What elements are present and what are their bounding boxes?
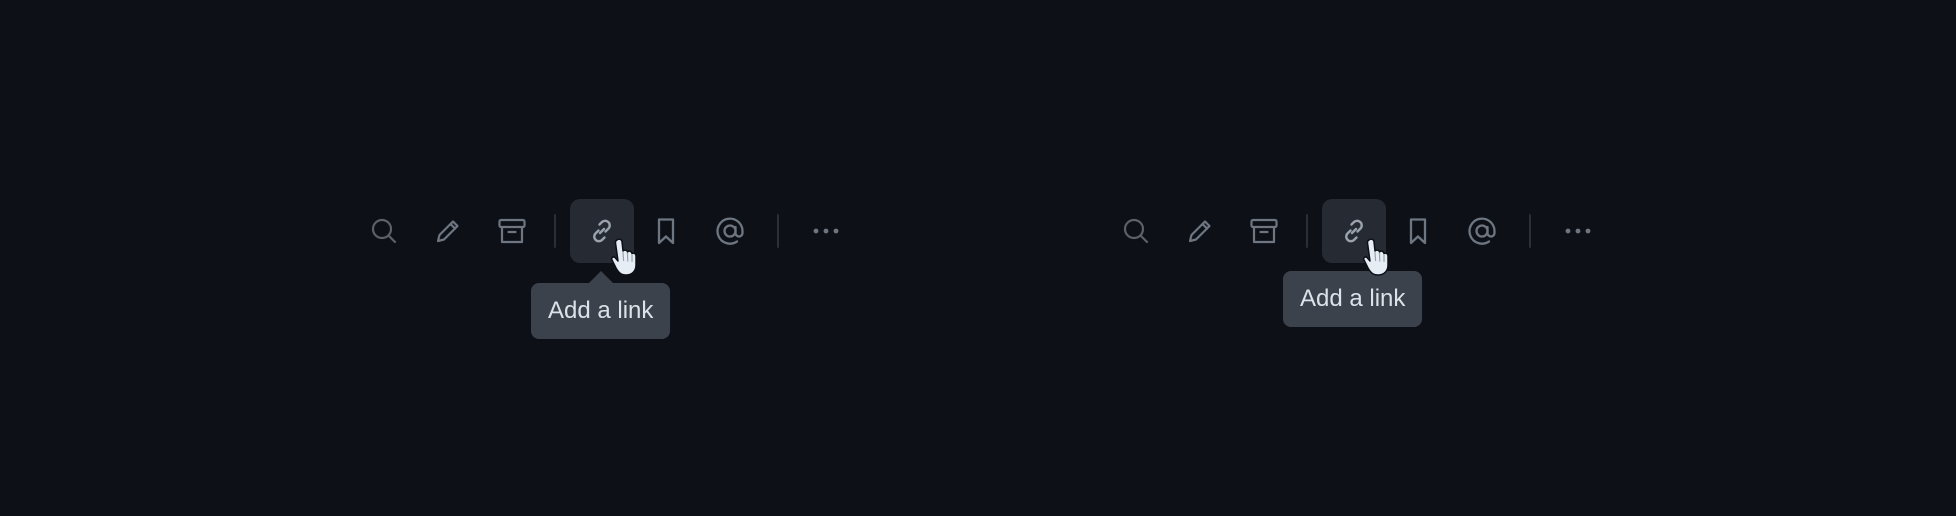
pencil-icon <box>436 220 459 243</box>
edit-button[interactable] <box>416 199 480 263</box>
archive-icon <box>1250 218 1278 244</box>
tooltip-add-link: Add a link <box>531 271 671 339</box>
more-horizontal-icon <box>813 228 839 234</box>
tooltip-arrow <box>588 271 613 283</box>
toolbar-divider <box>1529 214 1531 248</box>
add-link-button[interactable] <box>570 199 634 263</box>
canvas: Add a link Add a link <box>0 0 1956 516</box>
link-icon <box>1345 219 1363 243</box>
tooltip-label: Add a link <box>1300 285 1406 312</box>
link-icon <box>593 219 611 243</box>
more-options-button[interactable] <box>794 199 858 263</box>
edit-button[interactable] <box>1168 199 1232 263</box>
archive-button[interactable] <box>480 199 544 263</box>
archive-icon <box>498 218 526 244</box>
bookmark-icon <box>657 218 675 245</box>
mention-button[interactable] <box>698 199 762 263</box>
pencil-icon <box>1188 220 1211 243</box>
bookmark-button[interactable] <box>1386 199 1450 263</box>
bookmark-button[interactable] <box>634 199 698 263</box>
search-button[interactable] <box>1104 199 1168 263</box>
more-horizontal-icon <box>1565 228 1591 234</box>
tooltip-add-link: Add a link <box>1283 271 1423 327</box>
more-options-button[interactable] <box>1546 199 1610 263</box>
mention-button[interactable] <box>1450 199 1514 263</box>
toolbar-divider <box>554 214 556 248</box>
search-button[interactable] <box>352 199 416 263</box>
at-sign-icon <box>716 217 744 245</box>
search-icon <box>371 218 397 244</box>
at-sign-icon <box>1468 217 1496 245</box>
search-icon <box>1123 218 1149 244</box>
archive-button[interactable] <box>1232 199 1296 263</box>
tooltip-label: Add a link <box>548 297 654 324</box>
add-link-button[interactable] <box>1322 199 1386 263</box>
toolbar-divider <box>1306 214 1308 248</box>
bookmark-icon <box>1409 218 1427 245</box>
toolbar-divider <box>777 214 779 248</box>
